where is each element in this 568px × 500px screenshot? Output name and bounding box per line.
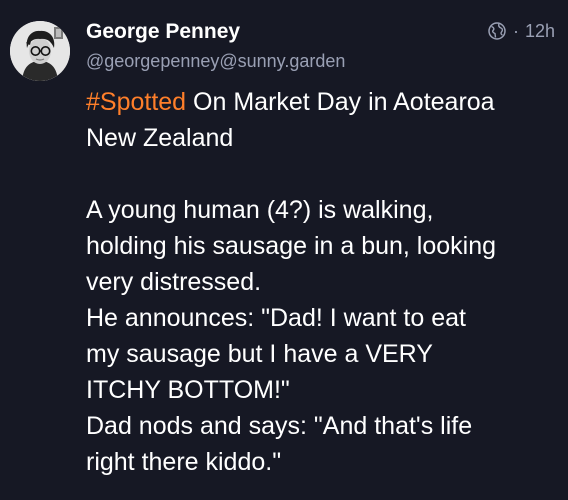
avatar[interactable] [10, 21, 70, 81]
post-meta: · 12h [487, 19, 555, 43]
post-line: A young human (4?) is walking, [86, 196, 434, 224]
post-card: George Penney @georgepenney@sunny.garden… [0, 0, 568, 500]
post-text: On Market Day in Aotearoa [186, 88, 495, 116]
post-line: ITCHY BOTTOM!" [86, 376, 290, 404]
post-line: He announces: "Dad! I want to eat [86, 304, 466, 332]
post-content: #Spotted On Market Day in Aotearoa New Z… [86, 84, 558, 480]
globe-icon [488, 22, 506, 40]
author-display-name[interactable]: George Penney [86, 19, 240, 45]
avatar-image [10, 21, 70, 81]
hashtag-link[interactable]: #Spotted [86, 88, 186, 116]
post-line: #Spotted On Market Day in Aotearoa [86, 84, 558, 120]
author-handle[interactable]: @georgepenney@sunny.garden [86, 50, 345, 72]
post-timestamp[interactable]: 12h [525, 19, 555, 43]
post-line: very distressed. [86, 268, 262, 296]
post-line: holding his sausage in a bun, looking [86, 232, 497, 260]
post-line: right there kiddo." [86, 448, 282, 476]
post-line: New Zealand [86, 124, 234, 152]
post-line: Dad nods and says: "And that's life [86, 412, 473, 440]
meta-separator: · [512, 21, 519, 41]
post-line: my sausage but I have a VERY [86, 340, 433, 368]
paragraph-break [86, 156, 558, 192]
